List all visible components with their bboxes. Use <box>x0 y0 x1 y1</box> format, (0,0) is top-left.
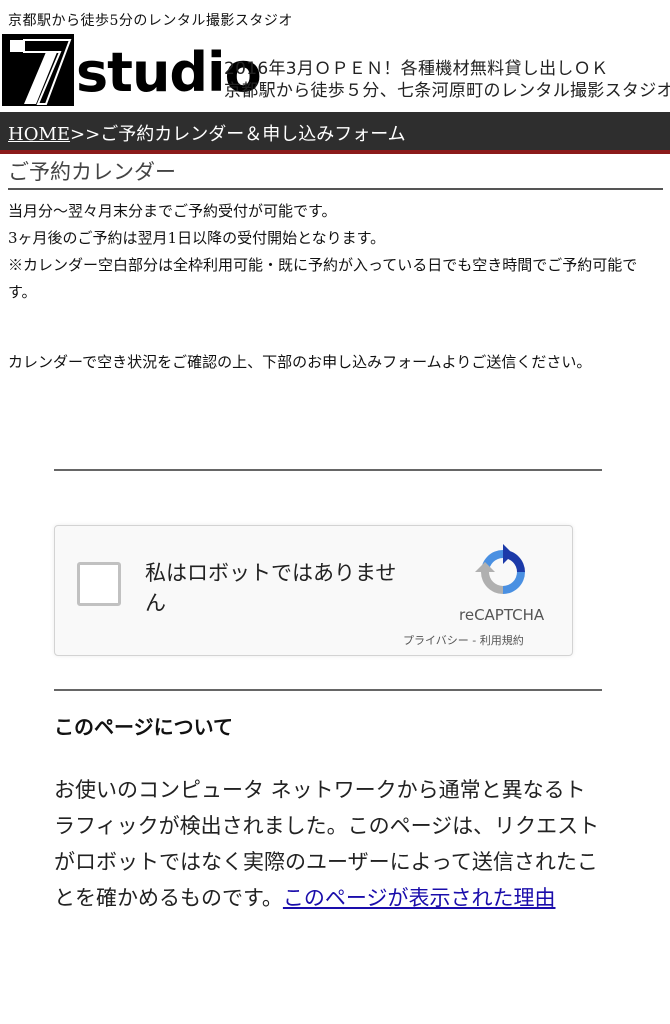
logo-seven-icon <box>2 34 74 106</box>
logo-mark <box>2 34 74 106</box>
info-line-2: 3ヶ月後のご予約は翌月1日以降の受付開始となります。 <box>8 229 386 247</box>
recaptcha-links: プライバシー - 利用規約 <box>403 632 524 648</box>
recaptcha-terms-link[interactable]: 利用規約 <box>480 634 524 647</box>
breadcrumb-home-link[interactable]: HOME <box>8 124 70 145</box>
recaptcha-checkbox[interactable] <box>77 562 121 606</box>
divider-bottom <box>54 689 602 691</box>
site-logo[interactable]: studio <box>2 34 262 106</box>
breadcrumb-current: >>ご予約カレンダー＆申し込みフォーム <box>70 124 406 145</box>
recaptcha-logo-icon <box>475 544 525 594</box>
tagline-line-1: 2016年3月ＯＰＥＮ！各種機材無料貸し出しＯＫ <box>224 59 609 79</box>
info-line-1: 当月分〜翌々月末分までご予約受付が可能です。 <box>8 202 337 220</box>
page-title: ご予約カレンダー <box>8 158 663 190</box>
header-tagline: 2016年3月ＯＰＥＮ！各種機材無料貸し出しＯＫ 京都駅から徒歩５分、七条河原町… <box>224 58 670 102</box>
recaptcha-widget: 私はロボットではありません reCAPTCHA プライバシー - 利用規約 <box>54 525 573 656</box>
info-line-3: ※カレンダー空白部分は全枠利用可能・既に予約が入っている日でも空き時間でご予約可… <box>8 256 638 301</box>
recaptcha-privacy-link[interactable]: プライバシー <box>403 634 469 647</box>
recaptcha-link-separator: - <box>468 634 480 647</box>
about-reason-link[interactable]: このページが表示された理由 <box>283 886 556 910</box>
about-title: このページについて <box>54 715 233 739</box>
about-body: お使いのコンピュータ ネットワークから通常と異なるトラフィックが検出されました。… <box>54 772 606 916</box>
divider-top <box>54 469 602 471</box>
header-top-text: 京都駅から徒歩5分のレンタル撮影スタジオ <box>8 13 293 29</box>
recaptcha-brand: reCAPTCHA <box>459 606 545 624</box>
breadcrumb: HOME>>ご予約カレンダー＆申し込みフォーム <box>8 120 406 146</box>
tagline-line-2: 京都駅から徒歩５分、七条河原町のレンタル撮影スタジオ <box>224 81 670 101</box>
info-line-4: カレンダーで空き状況をご確認の上、下部のお申し込みフォームよりご送信ください。 <box>8 353 592 371</box>
recaptcha-label: 私はロボットではありません <box>145 561 397 615</box>
breadcrumb-bar: HOME>>ご予約カレンダー＆申し込みフォーム <box>0 112 670 154</box>
